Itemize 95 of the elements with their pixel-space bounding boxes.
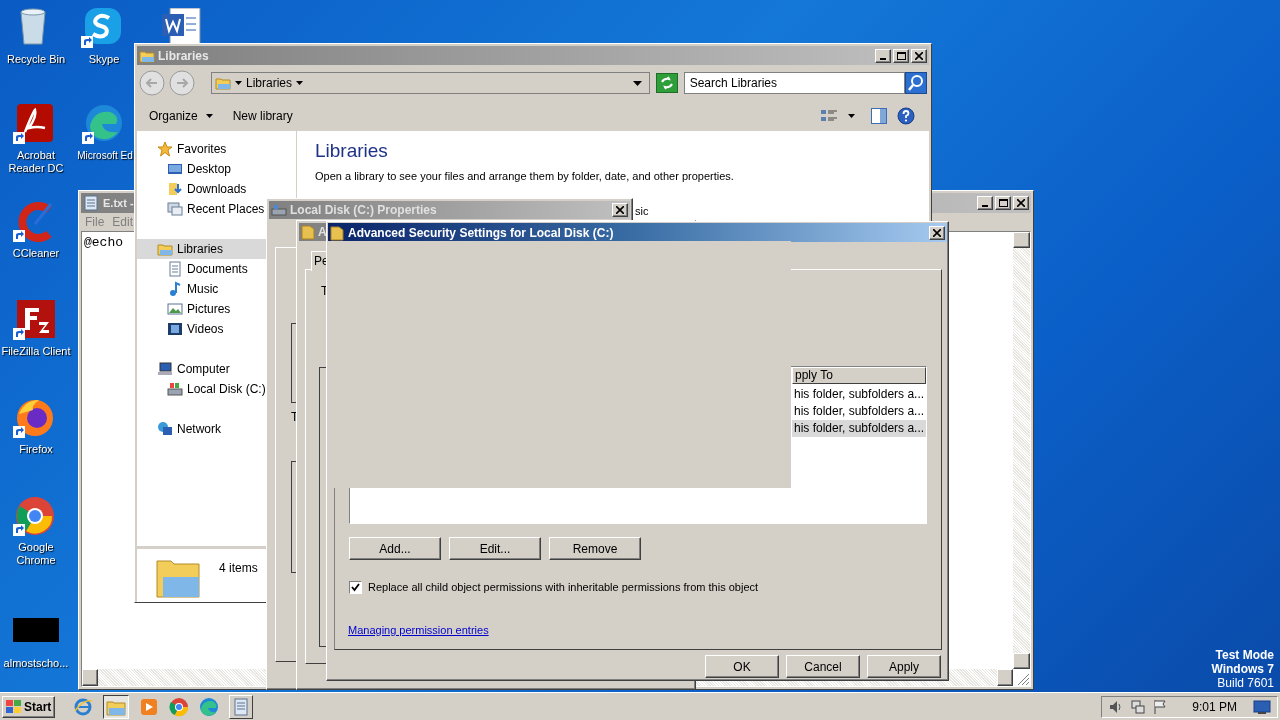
notepad-icon: [83, 195, 99, 211]
star-icon: [157, 141, 173, 157]
refresh-button[interactable]: [655, 73, 678, 93]
maximize-button[interactable]: [893, 48, 909, 63]
library-icon: [157, 241, 173, 257]
table-row[interactable]: his folder, subfolders a...: [792, 403, 926, 420]
caret-icon: [235, 80, 242, 86]
organize-menu[interactable]: Organize: [149, 107, 213, 125]
page-heading: Libraries: [315, 139, 389, 163]
table-row[interactable]: his folder, subfolders a...: [792, 386, 926, 403]
minimize-icon: [982, 205, 988, 207]
help-icon[interactable]: [897, 107, 915, 125]
minimize-button[interactable]: [977, 196, 993, 210]
scrollbar[interactable]: [1013, 232, 1030, 669]
network-icon[interactable]: [1130, 698, 1147, 715]
column-header[interactable]: pply To: [792, 367, 926, 384]
close-button[interactable]: [612, 203, 628, 217]
folder-icon: [330, 224, 344, 241]
minimize-icon: [880, 57, 886, 60]
item-count: 4 items: [219, 560, 258, 577]
desktop-icon: [167, 161, 183, 177]
checkbox[interactable]: [349, 580, 362, 594]
maximize-button[interactable]: [995, 196, 1011, 210]
icon-label[interactable]: almostscho...: [3, 657, 69, 670]
view-options-icon[interactable]: [820, 108, 838, 124]
watermark-text: Windows 7: [1211, 662, 1274, 676]
window-title: E.txt -: [103, 195, 134, 211]
dialog-button[interactable]: Apply: [867, 655, 941, 678]
address-bar[interactable]: Libraries: [211, 72, 650, 94]
icon-label[interactable]: Recycle Bin: [6, 53, 66, 66]
icon-label[interactable]: Google Chrome: [4, 541, 68, 567]
maximize-icon: [896, 51, 906, 60]
watermark-text: Test Mode: [1215, 648, 1274, 662]
chrome-icon[interactable]: [169, 696, 190, 717]
library-label: sic: [635, 204, 649, 219]
window-title: Libraries: [158, 47, 209, 65]
film-icon: [167, 321, 183, 337]
folder-icon: [301, 224, 315, 240]
close-icon: [915, 51, 923, 60]
window-title: Advanced Security Settings for Local Disk (C:): [348, 224, 614, 242]
caret-icon: [205, 114, 213, 118]
drive-icon: [271, 203, 287, 217]
link[interactable]: Managing permission entries: [348, 622, 489, 639]
download-folder-icon: [167, 181, 183, 197]
music-note-icon: [167, 281, 183, 297]
document-icon: [167, 261, 183, 277]
close-icon: [1017, 199, 1025, 207]
search-field[interactable]: Search Libraries: [683, 72, 905, 94]
nav-item[interactable]: Downloads: [137, 179, 296, 199]
watermark-text: Build 7601: [1217, 676, 1274, 690]
icon-label[interactable]: Firefox: [19, 443, 53, 456]
internet-explorer-icon[interactable]: [73, 696, 94, 717]
close-icon: [933, 228, 941, 237]
table-row[interactable]: his folder, subfolders a...: [792, 420, 926, 437]
computer-icon: [157, 361, 173, 377]
close-icon: [616, 206, 624, 214]
description: Open a library to see your files and arrange them by folder, date, and other properties.: [315, 168, 735, 184]
icon-label[interactable]: Acrobat Reader DC: [4, 149, 68, 175]
breadcrumb[interactable]: Libraries: [246, 74, 293, 92]
nav-item[interactable]: Favorites: [137, 139, 296, 159]
caret-icon: [296, 80, 304, 86]
windows-logo-icon: [6, 700, 21, 713]
media-player-icon[interactable]: [139, 696, 160, 717]
show-desktop-icon[interactable]: [1253, 698, 1271, 715]
drive-icon: [167, 381, 183, 397]
icon-label[interactable]: Microsoft Ed: [77, 149, 133, 162]
checkbox-label[interactable]: Replace all child object permissions with inheritable permissions from this object: [368, 579, 759, 596]
preview-pane-icon[interactable]: [871, 108, 887, 124]
flag-icon[interactable]: [1152, 698, 1169, 715]
dialog-button[interactable]: Add...: [349, 537, 441, 560]
icon-label[interactable]: CCleaner: [12, 247, 60, 260]
toolbar-button[interactable]: New library: [232, 107, 293, 125]
dialog-button[interactable]: Cancel: [786, 655, 860, 678]
recent-places-icon: [167, 201, 183, 217]
close-button[interactable]: [911, 48, 927, 63]
dialog-button[interactable]: OK: [705, 655, 779, 678]
window-title: A: [318, 224, 327, 241]
text-content: @echo: [83, 234, 124, 252]
start-button[interactable]: Start: [2, 695, 56, 718]
close-button[interactable]: [1013, 196, 1029, 210]
picture-icon: [167, 301, 183, 317]
caret-icon[interactable]: [848, 114, 855, 118]
search-icon[interactable]: [905, 72, 927, 94]
caret-icon[interactable]: [632, 80, 642, 86]
window-title: Local Disk (C:) Properties: [290, 202, 437, 219]
library-icon: [215, 75, 231, 91]
network-icon: [157, 421, 173, 437]
nav-item[interactable]: Desktop: [137, 159, 296, 179]
close-button[interactable]: [929, 225, 945, 240]
maximize-icon: [998, 199, 1008, 207]
icon-label[interactable]: FileZilla Client: [1, 345, 71, 358]
minimize-button[interactable]: [875, 48, 891, 63]
dialog-button[interactable]: Remove: [549, 537, 641, 560]
icon-label[interactable]: Skype: [88, 53, 120, 66]
dialog-button[interactable]: Edit...: [449, 537, 541, 560]
